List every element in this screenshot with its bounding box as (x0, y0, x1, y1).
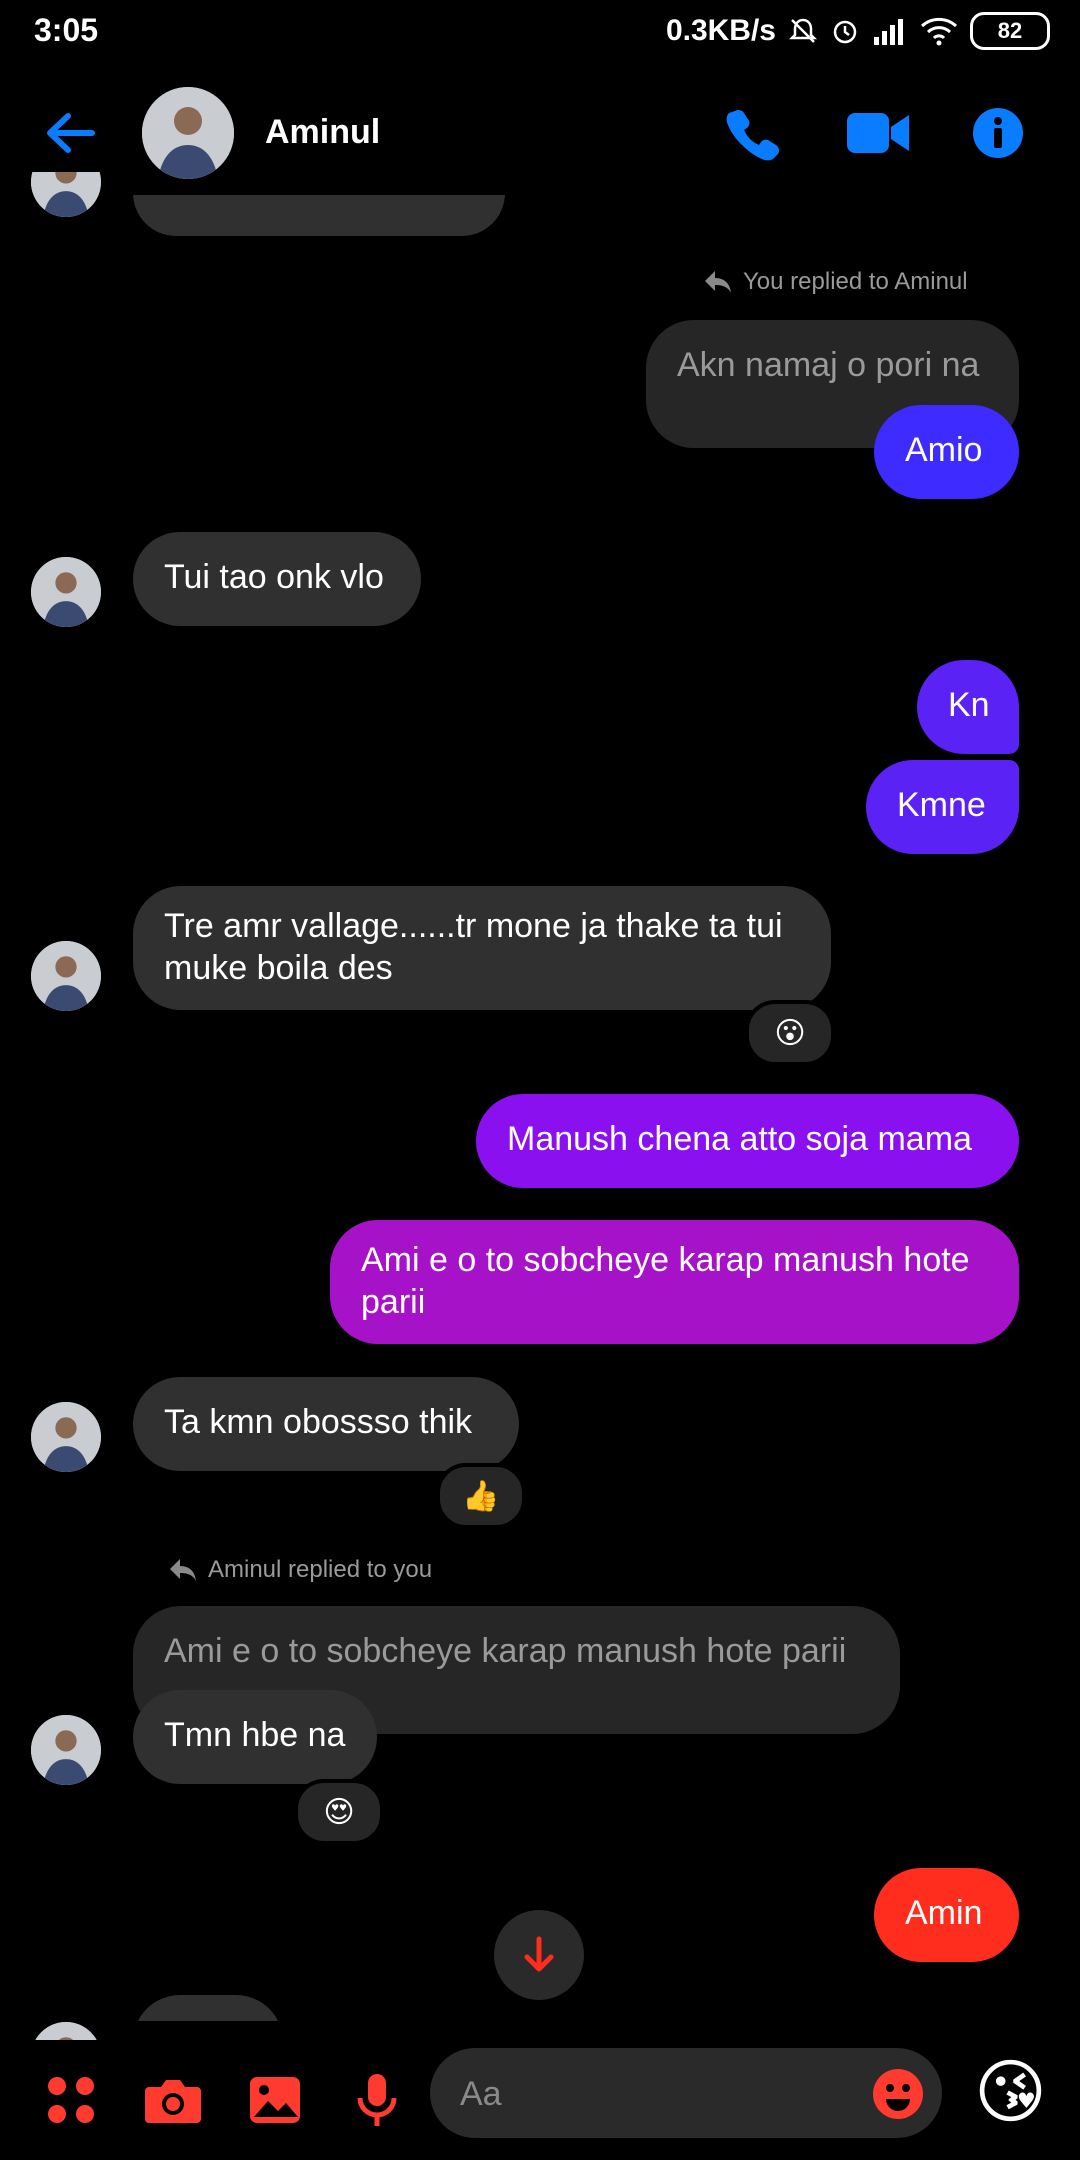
phone-icon (726, 109, 780, 161)
gallery-button[interactable] (240, 2065, 310, 2135)
back-arrow-icon (47, 113, 95, 153)
apps-icon (48, 2077, 94, 2123)
info-icon (973, 108, 1023, 158)
reply-icon (705, 271, 731, 293)
mute-bell-icon (788, 16, 818, 46)
scroll-to-bottom-button[interactable] (494, 1910, 584, 2000)
sender-avatar (31, 941, 101, 1011)
sender-avatar (31, 1402, 101, 1472)
reply-icon (170, 1559, 196, 1581)
reply-label: You replied to Aminul (743, 268, 968, 295)
gallery-icon (250, 2077, 300, 2123)
network-speed: 0.3KB/s (665, 14, 776, 47)
sent-message[interactable]: Amin (874, 1868, 1019, 1962)
sent-message-kmne[interactable]: Kmne (866, 760, 1019, 854)
contact-name[interactable]: Aminul (265, 113, 380, 152)
sent-message[interactable]: Manush chena atto soja mama (476, 1094, 1019, 1188)
video-call-button[interactable] (845, 107, 911, 159)
received-message[interactable]: Tui tao onk vlo (133, 532, 421, 626)
message-input[interactable] (458, 2048, 842, 2140)
received-message[interactable]: Ta kmn obossso thik (133, 1377, 519, 1471)
reply-indicator: Aminul replied to you (168, 1556, 432, 1584)
reaction-badge[interactable]: 👍 (436, 1463, 526, 1529)
scroll-down-icon (524, 1936, 554, 1972)
camera-icon (145, 2080, 201, 2123)
reply-label: Aminul replied to you (208, 1556, 433, 1583)
sent-message-amio[interactable]: Amio (874, 405, 1019, 499)
emoji-icon (873, 2069, 923, 2119)
received-message[interactable]: Tmn hbe na (133, 1690, 377, 1784)
call-button[interactable] (725, 105, 781, 161)
alarm-icon (830, 16, 860, 46)
video-icon (847, 113, 909, 153)
apps-button[interactable] (36, 2065, 106, 2135)
voice-record-button[interactable] (342, 2065, 412, 2135)
status-icons: 0.3KB/s 82 (666, 12, 1050, 50)
back-button[interactable] (40, 108, 100, 158)
reaction-badge[interactable]: 😍 (294, 1779, 384, 1845)
sent-message[interactable]: Ami e o to sobcheye karap manush hote pa… (330, 1220, 1019, 1344)
sent-message-kn[interactable]: Kn (917, 660, 1019, 754)
status-time: 3:05 (34, 12, 99, 48)
received-message[interactable]: Tre amr vallage......tr mone ja thake ta… (133, 886, 831, 1010)
quick-emoji-button[interactable]: 😘 (974, 2052, 1047, 2132)
camera-button[interactable] (138, 2065, 208, 2135)
info-button[interactable] (972, 107, 1024, 159)
sender-avatar (31, 1715, 101, 1785)
reply-indicator: You replied to Aminul (703, 268, 968, 296)
message-input-container (430, 2048, 942, 2140)
sender-avatar (31, 557, 101, 627)
wifi-icon (920, 16, 958, 46)
battery-indicator: 82 (970, 12, 1050, 50)
mic-icon (357, 2074, 397, 2126)
emoji-picker-button[interactable] (872, 2068, 924, 2120)
contact-avatar[interactable] (142, 87, 234, 179)
reaction-badge[interactable]: 😮 (745, 1000, 835, 1066)
signal-icon (872, 17, 908, 45)
